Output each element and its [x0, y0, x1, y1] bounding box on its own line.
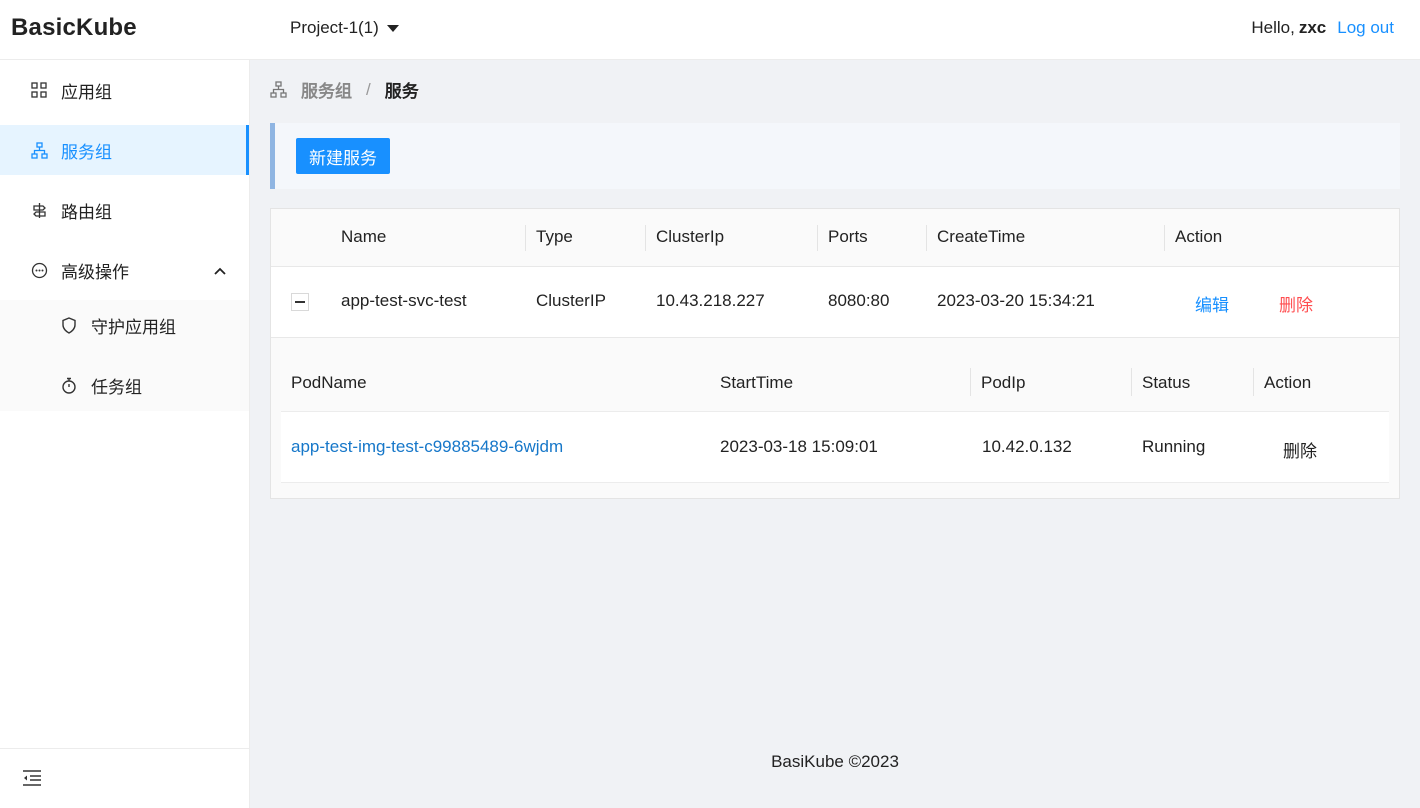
- pod-ip: 10.42.0.132: [982, 437, 1072, 456]
- pod-row: app-test-img-test-c99885489-6wjdm 2023-0…: [281, 412, 1389, 483]
- sidebar-item-service-groups[interactable]: 服务组: [0, 125, 249, 175]
- edit-service-link[interactable]: 编辑: [1195, 291, 1229, 316]
- service-cluster-ip: 10.43.218.227: [656, 291, 765, 310]
- column-header-clusterip[interactable]: ClusterIp: [656, 227, 724, 247]
- username: zxc: [1298, 18, 1327, 37]
- sidebar-item-job-groups[interactable]: 任务组: [0, 360, 249, 410]
- column-header-podip[interactable]: PodIp: [981, 373, 1025, 393]
- column-header-status[interactable]: Status: [1142, 373, 1190, 393]
- sidebar-item-label: 高级操作: [61, 262, 129, 282]
- column-header-name[interactable]: Name: [341, 227, 386, 247]
- column-divider: [1164, 225, 1165, 251]
- pod-name-link[interactable]: app-test-img-test-c99885489-6wjdm: [291, 437, 563, 457]
- sidebar-footer: [0, 748, 249, 808]
- project-selector[interactable]: Project-1(1): [290, 18, 399, 38]
- column-divider: [1253, 368, 1254, 396]
- minus-icon: [295, 301, 305, 303]
- service-create-time: 2023-03-20 15:34:21: [937, 291, 1095, 310]
- top-header: BasicKube Project-1(1) Hello, zxc Log ou…: [0, 0, 1420, 60]
- pod-start-time: 2023-03-18 15:09:01: [720, 437, 878, 456]
- user-box: Hello, zxc Log out: [1251, 18, 1394, 38]
- pods-table-header: PodName StartTime PodIp Status Action: [281, 351, 1389, 412]
- toolbar: 新建服务: [270, 123, 1400, 189]
- column-header-ports[interactable]: Ports: [828, 227, 868, 247]
- cluster-icon: [30, 141, 48, 159]
- sidebar-item-daemon-app-groups[interactable]: 守护应用组: [0, 300, 249, 350]
- column-divider: [817, 225, 818, 251]
- chevron-up-icon: [213, 263, 227, 283]
- route-icon: [30, 201, 48, 219]
- collapse-menu-icon[interactable]: [22, 769, 42, 792]
- breadcrumb: 服务组 / 服务: [270, 77, 419, 102]
- column-header-type[interactable]: Type: [536, 227, 573, 247]
- sidebar-item-label: 任务组: [91, 377, 142, 397]
- shield-icon: [60, 316, 78, 334]
- sidebar-item-label: 守护应用组: [91, 317, 176, 337]
- delete-pod-link[interactable]: 删除: [1283, 437, 1317, 462]
- breadcrumb-parent[interactable]: 服务组: [301, 77, 352, 102]
- sidebar-item-label: 路由组: [61, 202, 112, 222]
- sidebar-item-label: 服务组: [61, 142, 112, 162]
- logout-link[interactable]: Log out: [1337, 18, 1394, 38]
- sidebar-item-advanced[interactable]: 高级操作: [0, 245, 249, 295]
- sidebar-item-app-groups[interactable]: 应用组: [0, 65, 249, 115]
- table-header: Name Type ClusterIp Ports CreateTime Act…: [271, 209, 1399, 267]
- sidebar: 应用组 服务组 路由组 高级操作 守护应用组 任务组: [0, 60, 250, 808]
- advanced-submenu: 守护应用组 任务组: [0, 300, 249, 411]
- delete-service-link[interactable]: 删除: [1279, 291, 1313, 316]
- column-divider: [525, 225, 526, 251]
- service-ports: 8080:80: [828, 291, 890, 310]
- column-header-podname[interactable]: PodName: [291, 373, 367, 393]
- more-circle-icon: [30, 261, 48, 279]
- sidebar-item-label: 应用组: [61, 82, 112, 102]
- table-row: app-test-svc-test ClusterIP 10.43.218.22…: [271, 267, 1399, 338]
- caret-down-icon: [386, 24, 399, 32]
- pods-table: PodName StartTime PodIp Status Action ap…: [281, 351, 1389, 491]
- project-name: Project-1(1): [290, 18, 379, 37]
- column-divider: [645, 225, 646, 251]
- breadcrumb-current: 服务: [384, 82, 419, 101]
- column-header-createtime[interactable]: CreateTime: [937, 227, 1025, 247]
- column-divider: [1131, 368, 1132, 396]
- column-divider: [926, 225, 927, 251]
- cluster-icon: [270, 81, 287, 98]
- collapse-row-button[interactable]: [291, 293, 309, 311]
- new-service-button[interactable]: 新建服务: [296, 138, 390, 174]
- pod-status: Running: [1142, 437, 1206, 456]
- service-table: Name Type ClusterIp Ports CreateTime Act…: [270, 208, 1400, 499]
- column-header-starttime[interactable]: StartTime: [720, 373, 793, 393]
- service-type: ClusterIP: [536, 291, 606, 310]
- brand-logo: BasicKube: [11, 14, 137, 41]
- column-header-action: Action: [1175, 227, 1223, 246]
- greeting: Hello,: [1251, 18, 1295, 37]
- page-footer: BasiKube ©2023: [771, 752, 899, 771]
- column-header-pod-action: Action: [1264, 373, 1312, 392]
- grid-icon: [30, 81, 48, 99]
- service-name: app-test-svc-test: [341, 291, 467, 310]
- stopwatch-icon: [60, 376, 78, 394]
- column-divider: [970, 368, 971, 396]
- breadcrumb-separator: /: [366, 79, 371, 99]
- sidebar-item-route-groups[interactable]: 路由组: [0, 185, 249, 235]
